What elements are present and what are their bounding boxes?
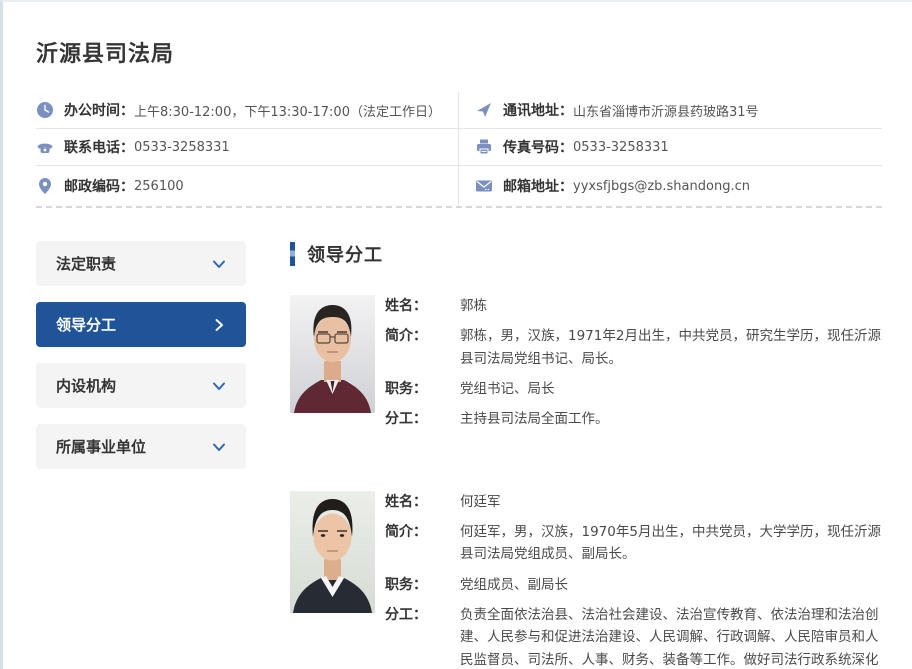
field-name: 姓名： 郭栋 [385,295,882,317]
clock-icon [36,101,54,119]
field-duty-label: 分工： [385,408,460,430]
sidebar-item-label: 所属事业单位 [56,436,146,457]
address-row: 通讯地址： 山东省淄博市沂源县药玻路31号 [459,92,882,129]
sidebar-item-label: 法定职责 [56,253,116,274]
postcode-row: 邮政编码： 256100 [36,166,459,206]
fax-label: 传真号码： [503,137,573,157]
field-intro-label: 简介： [385,521,460,566]
field-position-value: 党组成员、副局长 [460,574,882,596]
mail-icon [475,177,493,195]
field-position-value: 党组书记、局长 [460,378,882,400]
field-name: 姓名： 何廷军 [385,491,882,513]
postcode-label: 邮政编码： [64,176,134,196]
section-bar-icon [290,242,295,266]
office-hours-value: 上午8:30-12:00，下午13:30-17:00（法定工作日） [134,101,441,120]
phone-row: 联系电话： 0533-3258331 [36,129,459,166]
sidebar: 法定职责 领导分工 内设机构 所属事业单位 [36,241,246,669]
sidebar-item-legal-duties[interactable]: 法定职责 [36,241,246,286]
email-label: 邮箱地址： [503,176,573,196]
chevron-down-icon [212,440,226,454]
field-duty: 分工： 主持县司法局全面工作。 [385,408,882,430]
section-title: 领导分工 [307,241,383,267]
leader-profile: 姓名： 郭栋 简介： 郭栋，男，汉族，1971年2月出生，中共党员，研究生学历，… [290,295,882,439]
leader-photo [290,295,375,413]
phone-label: 联系电话： [64,137,134,157]
sidebar-item-subordinate-units[interactable]: 所属事业单位 [36,424,246,469]
content-area: 法定职责 领导分工 内设机构 所属事业单位 [36,241,882,669]
leader-fields: 姓名： 何廷军 简介： 何廷军，男，汉族，1970年5月出生，中共党员，大学学历… [385,491,882,669]
chevron-right-icon [212,318,226,332]
email-value: yyxsfjbgs@zb.shandong.cn [573,179,750,194]
contact-info-grid: 办公时间： 上午8:30-12:00，下午13:30-17:00（法定工作日） … [36,92,882,208]
field-name-value: 何廷军 [460,491,882,513]
field-duty-label: 分工： [385,604,460,669]
fax-value: 0533-3258331 [573,140,669,155]
field-intro: 简介： 郭栋，男，汉族，1971年2月出生，中共党员，研究生学历，现任沂源县司法… [385,325,882,370]
fax-icon [475,138,493,156]
location-icon [36,177,54,195]
field-intro-value: 何廷军，男，汉族，1970年5月出生，中共党员，大学学历，现任沂源县司法局党组成… [460,521,882,566]
leader-profile: 姓名： 何廷军 简介： 何廷军，男，汉族，1970年5月出生，中共党员，大学学历… [290,491,882,669]
field-name-label: 姓名： [385,295,460,317]
phone-value: 0533-3258331 [134,140,230,155]
field-intro-value: 郭栋，男，汉族，1971年2月出生，中共党员，研究生学历，现任沂源县司法局党组书… [460,325,882,370]
field-duty: 分工： 负责全面依法治县、法治社会建设、法治宣传教育、依法治理和法治创建、人民参… [385,604,882,669]
sidebar-item-label: 领导分工 [56,314,116,335]
page-title: 沂源县司法局 [36,36,882,68]
field-position-label: 职务： [385,378,460,400]
field-position-label: 职务： [385,574,460,596]
chevron-down-icon [212,257,226,271]
section-header: 领导分工 [290,241,882,267]
sidebar-item-label: 内设机构 [56,375,116,396]
fax-row: 传真号码： 0533-3258331 [459,129,882,166]
field-intro-label: 简介： [385,325,460,370]
sidebar-item-internal-orgs[interactable]: 内设机构 [36,363,246,408]
sidebar-item-leadership[interactable]: 领导分工 [36,302,246,347]
page: 沂源县司法局 办公时间： 上午8:30-12:00，下午13:30-17:00（… [3,2,912,669]
field-intro: 简介： 何廷军，男，汉族，1970年5月出生，中共党员，大学学历，现任沂源县司法… [385,521,882,566]
phone-icon [36,138,54,156]
field-name-label: 姓名： [385,491,460,513]
field-duty-value: 主持县司法局全面工作。 [460,408,882,430]
office-hours-label: 办公时间： [64,100,134,120]
address-label: 通讯地址： [503,100,573,120]
leader-fields: 姓名： 郭栋 简介： 郭栋，男，汉族，1971年2月出生，中共党员，研究生学历，… [385,295,882,439]
field-name-value: 郭栋 [460,295,882,317]
postcode-value: 256100 [134,179,184,194]
leader-photo [290,491,375,613]
navigation-icon [475,101,493,119]
main-panel: 领导分工 [290,241,882,669]
field-duty-value: 负责全面依法治县、法治社会建设、法治宣传教育、依法治理和法治创建、人民参与和促进… [460,604,882,669]
email-row: 邮箱地址： yyxsfjbgs@zb.shandong.cn [459,166,882,206]
office-hours-row: 办公时间： 上午8:30-12:00，下午13:30-17:00（法定工作日） [36,92,459,129]
chevron-down-icon [212,379,226,393]
field-position: 职务： 党组成员、副局长 [385,574,882,596]
address-value: 山东省淄博市沂源县药玻路31号 [573,101,759,120]
field-position: 职务： 党组书记、局长 [385,378,882,400]
